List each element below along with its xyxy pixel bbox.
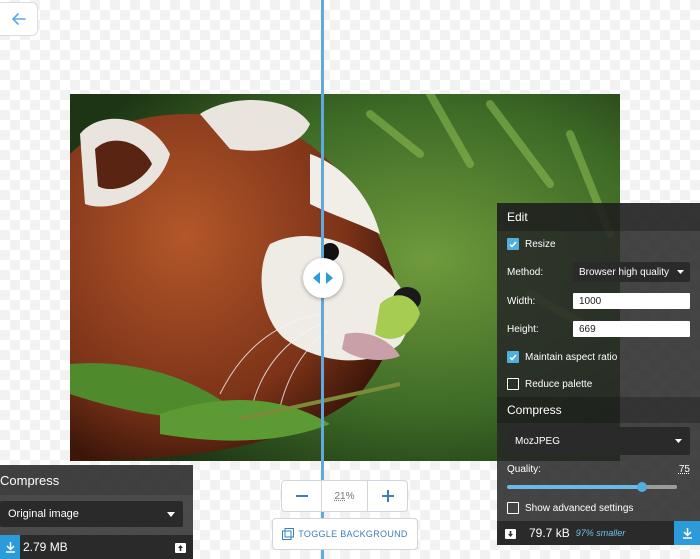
height-label: Height:: [507, 323, 539, 335]
method-select[interactable]: Browser high quality: [573, 262, 690, 282]
height-input[interactable]: 669: [573, 321, 690, 337]
left-compress-header: Compress: [0, 465, 193, 495]
compress-header: Compress: [497, 397, 700, 423]
savings-badge: 97% smaller: [575, 528, 626, 538]
chevron-down-icon: [675, 439, 682, 443]
background-icon: [282, 528, 295, 540]
aspect-checkbox[interactable]: [507, 351, 519, 363]
split-arrows-icon: [313, 272, 333, 284]
right-results-bar: 79.7 kB 97% smaller: [497, 521, 700, 545]
arrow-left-icon: [11, 13, 26, 25]
advanced-label: Show advanced settings: [525, 502, 634, 514]
right-options-panel: Edit Resize Method: Browser high quality…: [497, 203, 700, 559]
codec-select[interactable]: MozJPEG: [507, 427, 690, 455]
quality-label: Quality:: [507, 463, 541, 475]
zoom-unit: %: [345, 490, 355, 502]
toggle-background-button[interactable]: TOGGLE BACKGROUND: [272, 518, 418, 550]
compress-title: Compress: [507, 403, 562, 417]
resize-row[interactable]: Resize: [497, 231, 700, 257]
codec-value: MozJPEG: [515, 435, 561, 447]
check-icon: [509, 241, 517, 248]
zoom-control: 21 %: [281, 480, 408, 512]
divider-handle[interactable]: [303, 258, 343, 298]
left-codec-select[interactable]: Original image: [0, 501, 183, 527]
palette-row[interactable]: Reduce palette: [497, 371, 700, 397]
zoom-value: 21: [334, 490, 346, 502]
width-label: Width:: [507, 295, 536, 307]
palette-checkbox[interactable]: [507, 378, 519, 390]
minus-icon: [295, 495, 308, 497]
quality-row: Quality: 75: [497, 459, 700, 479]
resize-label: Resize: [525, 238, 556, 250]
left-options-panel: Compress Original image 2.79 MB: [0, 465, 193, 559]
right-copy-settings-button[interactable]: [497, 521, 523, 545]
download-icon: [682, 528, 692, 539]
right-download-button[interactable]: [674, 521, 700, 545]
left-codec-row: Original image: [0, 495, 193, 535]
left-compress-title: Compress: [0, 472, 60, 488]
left-copy-settings-button[interactable]: [167, 535, 193, 559]
method-value: Browser high quality: [579, 266, 670, 278]
edit-header: Edit: [497, 203, 700, 231]
toggle-background-label: TOGGLE BACKGROUND: [298, 529, 408, 539]
left-file-size: 2.79 MB: [23, 540, 68, 554]
codec-row: MozJPEG: [497, 423, 700, 459]
check-icon: [509, 354, 517, 361]
height-row: Height: 669: [497, 315, 700, 343]
left-codec-value: Original image: [8, 508, 79, 520]
quality-slider[interactable]: [507, 482, 677, 492]
aspect-row[interactable]: Maintain aspect ratio: [497, 343, 700, 371]
width-row: Width: 1000: [497, 287, 700, 315]
edit-title: Edit: [507, 210, 528, 224]
width-input[interactable]: 1000: [573, 293, 690, 309]
method-row: Method: Browser high quality: [497, 257, 700, 287]
right-file-size: 79.7 kB: [529, 526, 570, 540]
zoom-in-button[interactable]: [367, 481, 407, 511]
quality-value[interactable]: 75: [679, 464, 690, 475]
chevron-down-icon: [167, 511, 175, 517]
resize-checkbox[interactable]: [507, 238, 519, 250]
download-icon: [5, 542, 15, 553]
left-results-bar: 2.79 MB: [0, 535, 193, 559]
zoom-out-button[interactable]: [282, 481, 322, 511]
back-button[interactable]: [0, 2, 38, 36]
quality-slider-row: [497, 479, 700, 495]
zoom-level[interactable]: 21 %: [322, 481, 367, 511]
copy-settings-icon: [174, 542, 186, 553]
quality-slider-thumb[interactable]: [637, 482, 647, 492]
palette-label: Reduce palette: [525, 378, 593, 390]
chevron-down-icon: [677, 270, 684, 274]
copy-settings-icon: [504, 528, 516, 539]
advanced-checkbox[interactable]: [507, 502, 519, 514]
advanced-row[interactable]: Show advanced settings: [497, 495, 700, 521]
left-download-button[interactable]: [0, 535, 20, 559]
aspect-label: Maintain aspect ratio: [525, 351, 618, 363]
plus-icon: [381, 490, 394, 502]
method-label: Method:: [507, 266, 544, 278]
